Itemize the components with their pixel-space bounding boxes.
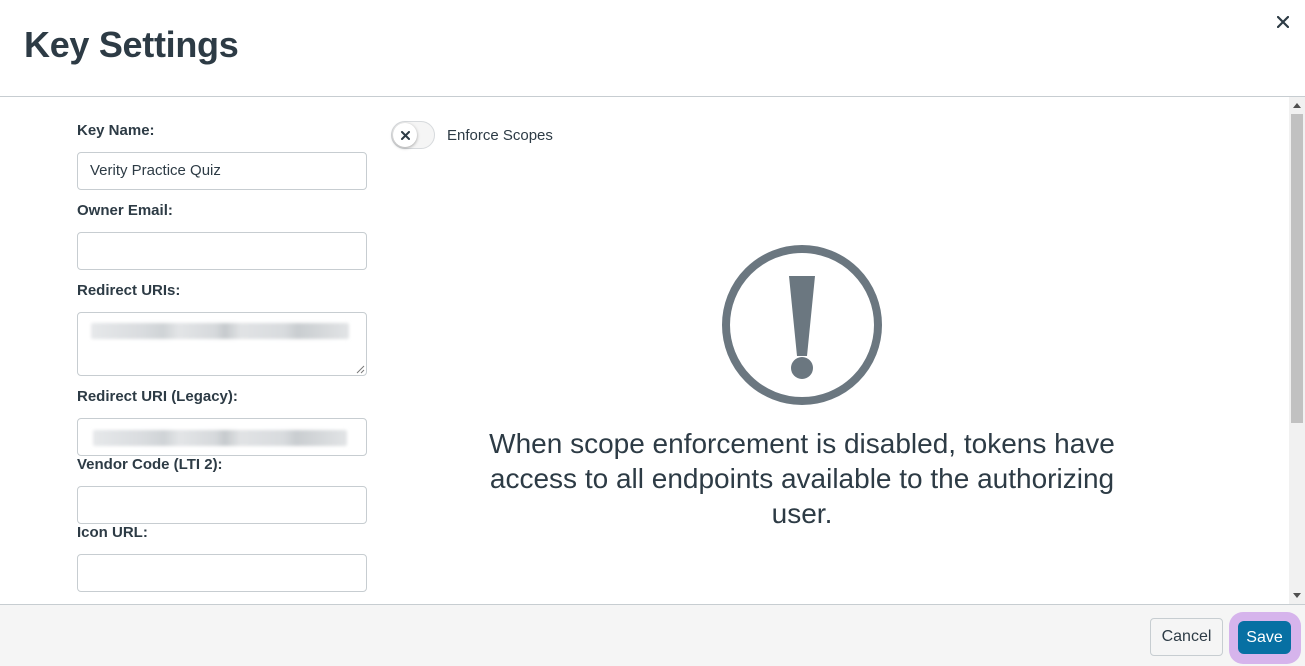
cancel-button[interactable]: Cancel [1150, 618, 1223, 656]
vendor-code-label: Vendor Code (LTI 2): [77, 456, 223, 473]
redacted-text [93, 430, 347, 446]
key-name-label: Key Name: [77, 122, 155, 139]
dialog-title: Key Settings [24, 24, 239, 65]
redirect-uris-textarea[interactable] [77, 312, 367, 376]
toggle-knob [393, 123, 417, 147]
redacted-text [91, 323, 349, 339]
icon-url-input[interactable] [77, 554, 367, 592]
icon-url-label: Icon URL: [77, 524, 148, 541]
dialog-body: Key Name: Verity Practice Quiz Owner Ema… [0, 97, 1305, 604]
scroll-down-button[interactable] [1289, 587, 1305, 604]
redirect-uri-legacy-label: Redirect URI (Legacy): [77, 388, 238, 405]
owner-email-input[interactable] [77, 232, 367, 270]
vendor-code-input[interactable] [77, 486, 367, 524]
scroll-up-button[interactable] [1289, 97, 1305, 114]
dialog-header: Key Settings [0, 0, 1305, 97]
dialog-footer: Cancel Save [0, 604, 1305, 666]
toggle-track[interactable] [391, 121, 435, 149]
exclamation-circle-icon [722, 245, 882, 405]
arrow-up-icon [1293, 103, 1301, 108]
close-button[interactable] [1273, 12, 1293, 32]
redirect-uri-legacy-input[interactable] [77, 418, 367, 456]
enforce-scopes-label: Enforce Scopes [447, 126, 553, 144]
x-icon [400, 130, 410, 140]
save-button[interactable]: Save [1238, 621, 1291, 654]
key-name-input[interactable]: Verity Practice Quiz [77, 152, 367, 190]
redirect-uris-label: Redirect URIs: [77, 282, 181, 299]
enforce-scopes-toggle[interactable]: Enforce Scopes [391, 121, 553, 149]
close-icon [1277, 16, 1289, 28]
vertical-scrollbar[interactable] [1289, 97, 1305, 604]
resize-grip-icon[interactable] [355, 364, 365, 374]
arrow-down-icon [1293, 593, 1301, 598]
scope-warning-message: When scope enforcement is disabled, toke… [489, 428, 1115, 529]
owner-email-label: Owner Email: [77, 202, 173, 219]
scroll-thumb[interactable] [1291, 114, 1303, 423]
